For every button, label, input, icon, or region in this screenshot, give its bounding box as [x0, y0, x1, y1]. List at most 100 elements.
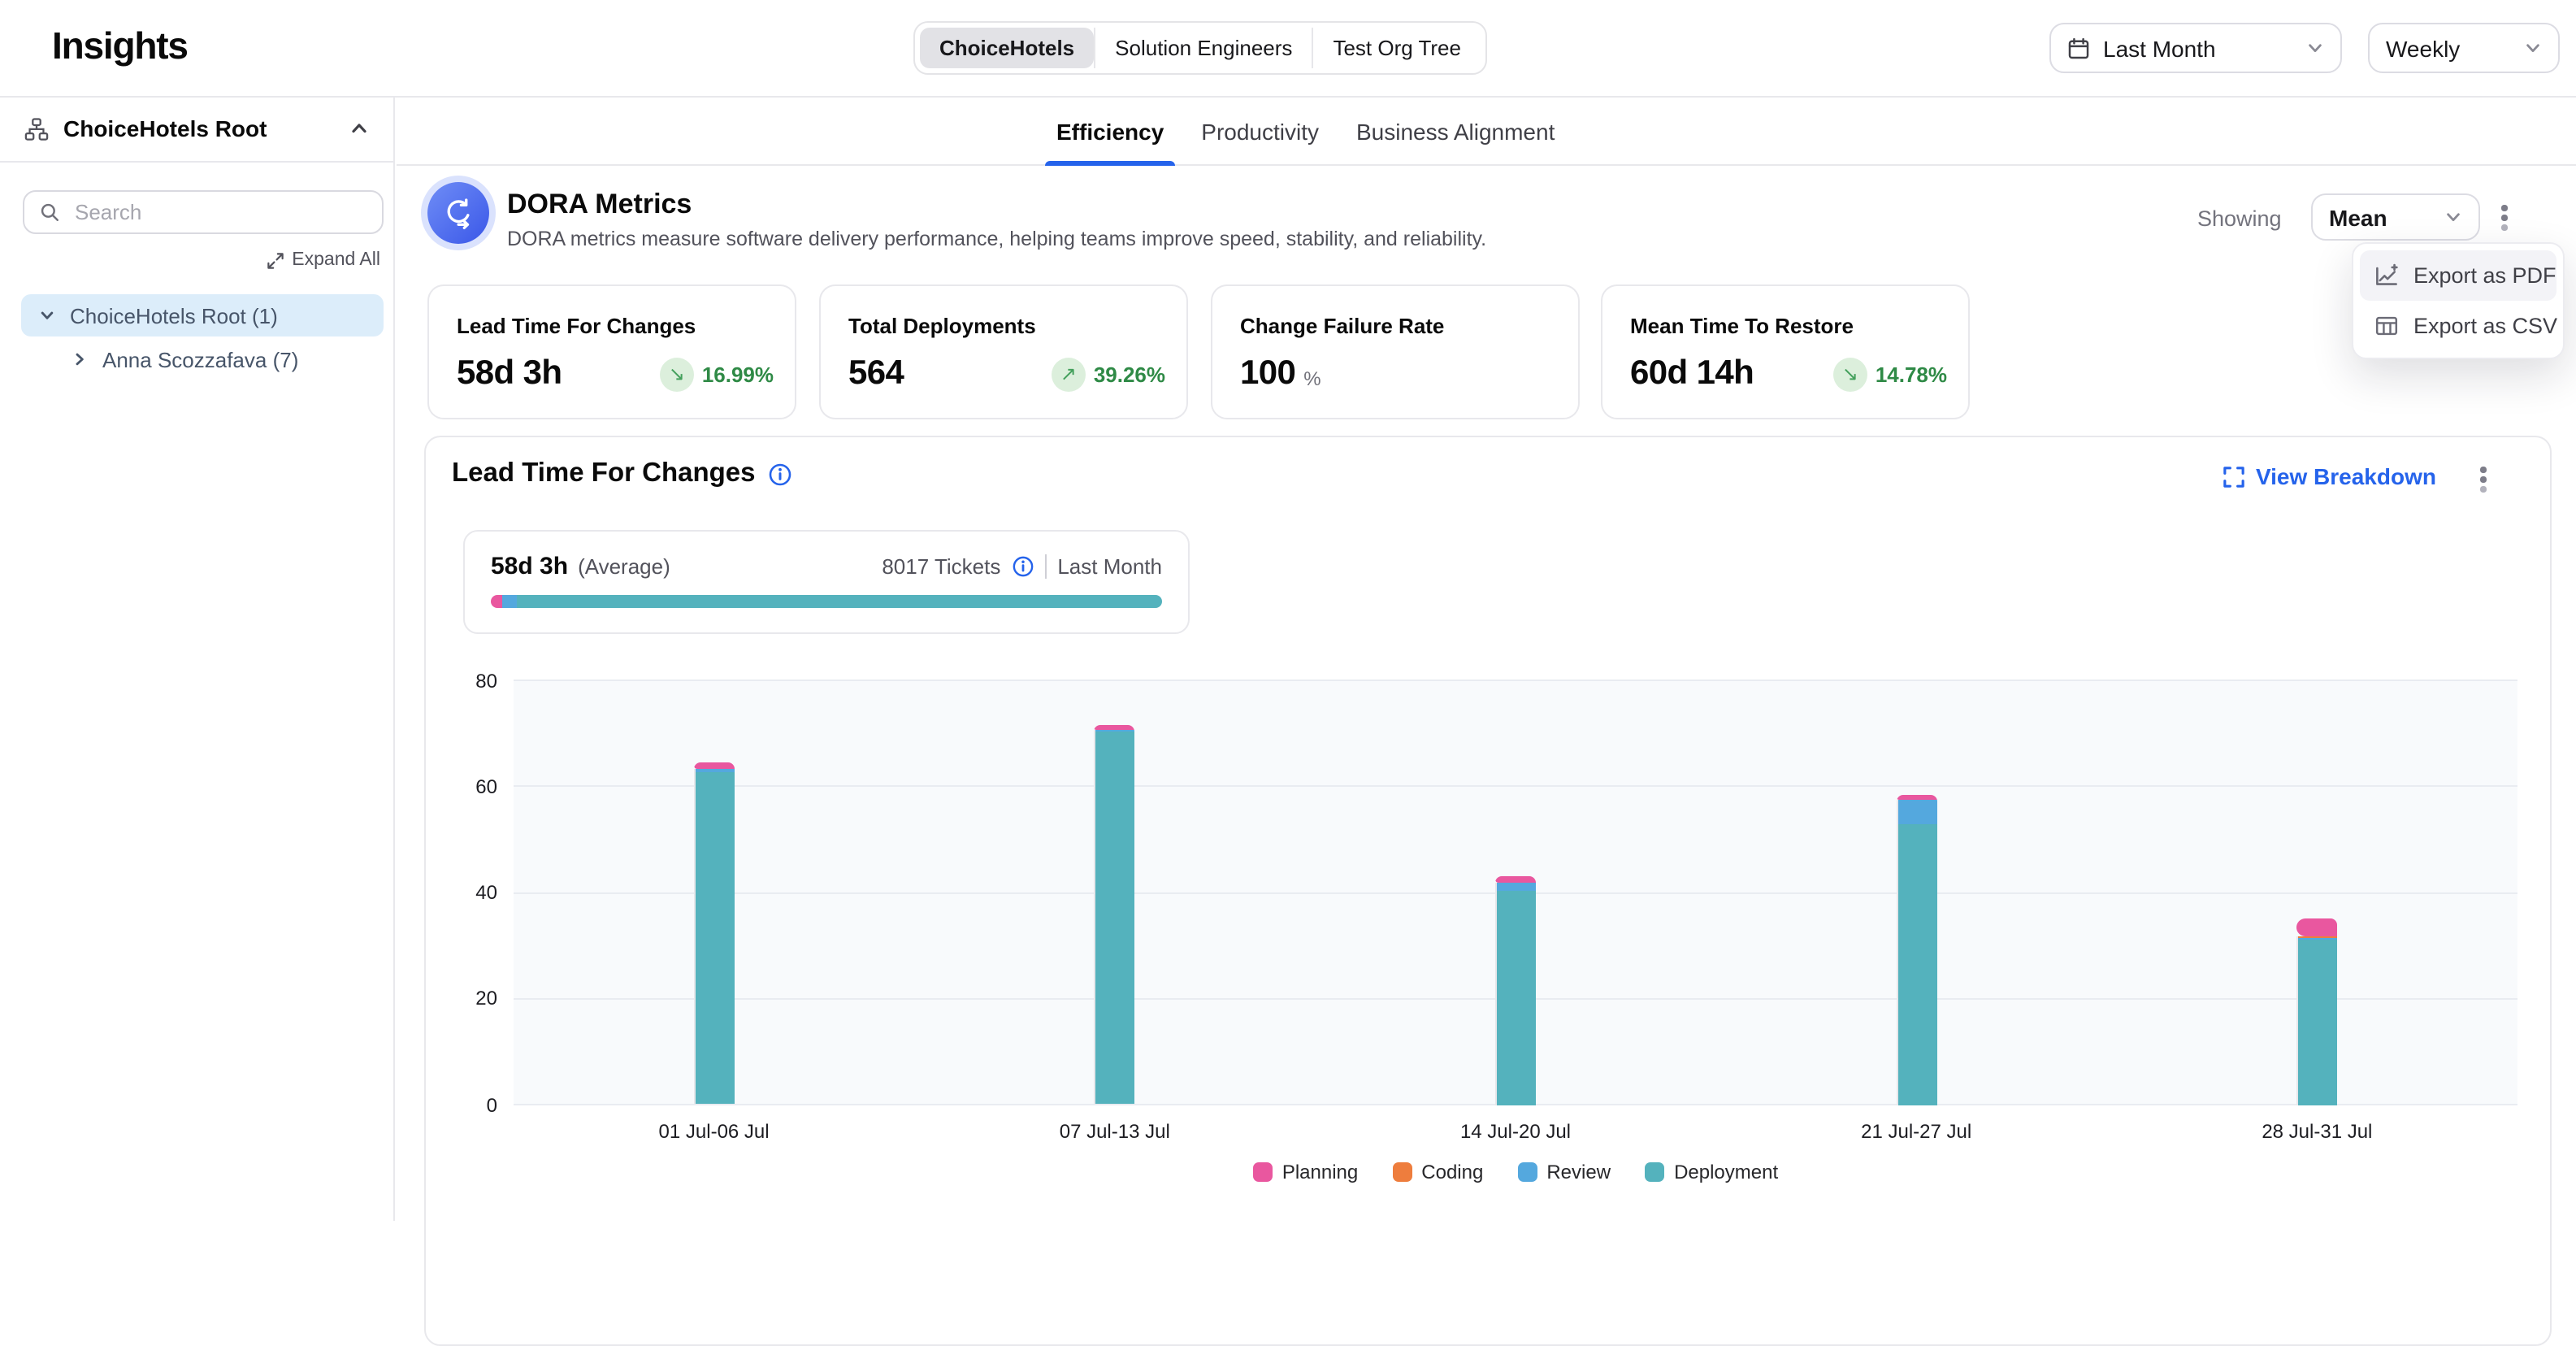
chart-x-axis: 01 Jul-06 Jul07 Jul-13 Jul14 Jul-20 Jul2… — [514, 1120, 2517, 1146]
aggregation-select[interactable]: Mean — [2311, 193, 2480, 241]
sidebar-header[interactable]: ChoiceHotels Root — [0, 96, 393, 163]
showing-label: Showing — [2197, 206, 2282, 231]
tab-business-alignment[interactable]: Business Alignment — [1351, 96, 1559, 166]
search-icon — [39, 202, 60, 223]
expand-diagonal-icon — [266, 251, 284, 269]
granularity-select[interactable]: Weekly — [2368, 23, 2560, 73]
progress-segment-deployment — [516, 595, 1162, 608]
x-axis-tick: 01 Jul-06 Jul — [601, 1120, 828, 1143]
bar-segment-review[interactable] — [1495, 882, 1536, 892]
gridline — [514, 786, 2517, 788]
bar-segment-deployment[interactable] — [1495, 892, 1536, 1105]
dora-metrics-subtitle: DORA metrics measure software delivery p… — [507, 228, 1486, 250]
chart-plot — [514, 680, 2517, 1105]
trend-up-icon: ↗ — [1052, 357, 1086, 391]
info-icon[interactable] — [769, 462, 791, 485]
bar-segment-review[interactable] — [694, 770, 735, 772]
legend-label: Coding — [1421, 1161, 1483, 1183]
chevron-up-icon[interactable] — [349, 119, 369, 138]
search-input[interactable] — [72, 198, 367, 226]
dora-metrics-title: DORA Metrics — [507, 189, 692, 221]
bar-segment-deployment[interactable] — [1896, 824, 1936, 1105]
y-axis-tick: 20 — [439, 988, 497, 1010]
bar-segment-planning[interactable] — [2296, 918, 2337, 936]
bar-group-4[interactable] — [1896, 796, 1936, 1105]
period-label: Last Month — [1057, 554, 1162, 579]
legend-swatch — [1517, 1162, 1537, 1182]
bar-segment-deployment[interactable] — [2296, 940, 2337, 1105]
chevron-down-icon — [2444, 208, 2462, 226]
bar-segment-planning[interactable] — [1495, 875, 1536, 882]
tickets-count: 8017 Tickets — [882, 554, 1000, 579]
bar-group-2[interactable] — [1095, 725, 1135, 1105]
sidebar-search — [23, 190, 384, 234]
legend-item-planning[interactable]: Planning — [1253, 1161, 1358, 1183]
trend-badge: ↗ 39.26% — [1052, 357, 1165, 391]
export-pdf-menu-item[interactable]: Export as PDF — [2360, 250, 2556, 301]
section-title: Lead Time For Changes — [452, 458, 756, 489]
progress-segment-planning — [491, 595, 503, 608]
average-label: (Average) — [578, 554, 670, 579]
legend-label: Planning — [1282, 1161, 1358, 1183]
org-tab-solution-engineers[interactable]: Solution Engineers — [1094, 28, 1312, 68]
x-axis-tick: 28 Jul-31 Jul — [2203, 1120, 2431, 1143]
metric-value: 100 — [1240, 354, 1295, 393]
tree-item-label: Anna Scozzafava (7) — [102, 347, 298, 371]
divider — [1044, 554, 1046, 579]
x-axis-tick: 21 Jul-27 Jul — [1802, 1120, 2030, 1143]
average-value: 58d 3h — [491, 553, 568, 580]
org-tab-test-org-tree[interactable]: Test Org Tree — [1312, 28, 1481, 68]
metric-unit: % — [1303, 367, 1321, 390]
trend-down-icon: ↘ — [660, 357, 694, 391]
table-icon — [2374, 314, 2399, 338]
bar-segment-review[interactable] — [1896, 800, 1936, 824]
bar-segment-deployment[interactable] — [1095, 732, 1135, 1105]
chart-legend: Planning Coding Review Deployment — [514, 1161, 2517, 1183]
legend-item-review[interactable]: Review — [1517, 1161, 1611, 1183]
tab-efficiency[interactable]: Efficiency — [1052, 96, 1169, 166]
metric-value: 564 — [848, 354, 904, 393]
metric-card-change-failure-rate: Change Failure Rate 100 % — [1211, 284, 1580, 419]
legend-item-deployment[interactable]: Deployment — [1645, 1161, 1778, 1183]
metric-value: 60d 14h — [1630, 354, 1754, 393]
average-summary-card: 58d 3h (Average) 8017 Tickets Last Month — [463, 530, 1190, 634]
dora-more-options-button[interactable] — [2493, 200, 2516, 236]
bar-group-5[interactable] — [2296, 918, 2337, 1105]
org-tree-icon — [24, 116, 49, 141]
granularity-value: Weekly — [2386, 35, 2511, 61]
tab-productivity[interactable]: Productivity — [1196, 96, 1324, 166]
export-csv-menu-item[interactable]: Export as CSV — [2360, 301, 2556, 351]
expand-all-button[interactable]: Expand All — [266, 250, 380, 270]
legend-swatch — [1253, 1162, 1273, 1182]
dora-metrics-icon — [427, 182, 489, 244]
metric-card-total-deployments: Total Deployments 564 ↗ 39.26% — [819, 284, 1188, 419]
bar-segment-deployment[interactable] — [694, 771, 735, 1105]
chevron-right-icon[interactable] — [72, 351, 88, 367]
date-range-select[interactable]: Last Month — [2049, 23, 2342, 73]
view-breakdown-button[interactable]: View Breakdown — [2223, 463, 2436, 489]
info-icon[interactable] — [1012, 556, 1033, 577]
bar-group-3[interactable] — [1495, 875, 1536, 1105]
chevron-down-icon[interactable] — [39, 307, 55, 323]
trend-down-icon: ↘ — [1833, 357, 1867, 391]
main-tabs: Efficiency Productivity Business Alignme… — [1052, 96, 1559, 166]
y-axis-tick: 80 — [439, 669, 497, 692]
chevron-down-icon — [2306, 39, 2324, 57]
chevron-down-icon — [2524, 39, 2542, 57]
bar-segment-planning[interactable] — [694, 762, 735, 769]
org-tab-choicehotels[interactable]: ChoiceHotels — [920, 28, 1094, 68]
legend-swatch — [1645, 1162, 1664, 1182]
section-more-options-button[interactable] — [2472, 462, 2495, 497]
tree-item-label: ChoiceHotels Root (1) — [70, 303, 278, 328]
expand-corners-icon — [2223, 466, 2244, 487]
metric-value: 58d 3h — [457, 354, 562, 393]
tree-item-anna-scozzafava[interactable]: Anna Scozzafava (7) — [21, 338, 384, 380]
tree-item-choicehotels-root[interactable]: ChoiceHotels Root (1) — [21, 294, 384, 336]
legend-label: Review — [1546, 1161, 1611, 1183]
metric-card-mean-time-to-restore: Mean Time To Restore 60d 14h ↘ 14.78% — [1601, 284, 1970, 419]
x-axis-tick: 14 Jul-20 Jul — [1402, 1120, 1629, 1143]
trend-badge: ↘ 14.78% — [1833, 357, 1947, 391]
legend-item-coding[interactable]: Coding — [1392, 1161, 1483, 1183]
bar-group-1[interactable] — [694, 762, 735, 1105]
date-range-value: Last Month — [2103, 35, 2293, 61]
